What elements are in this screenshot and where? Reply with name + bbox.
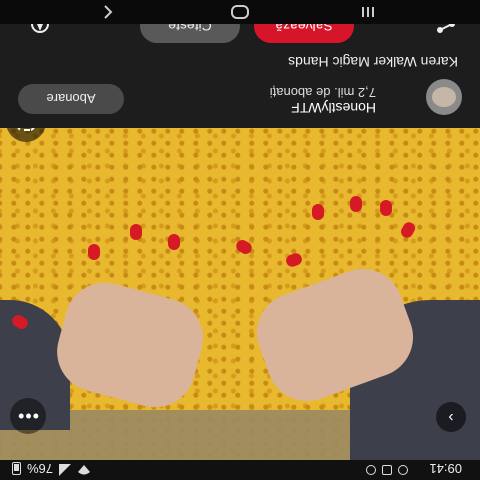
message-icon [382,465,392,475]
chevron-icon[interactable]: › [436,402,466,432]
signal-icon [59,461,72,476]
nail [312,204,324,220]
nav-bar [0,0,480,24]
nail [350,196,362,212]
pin-image[interactable]: › ••• [0,128,480,460]
creator-followers: 7,2 mil. de abonați [269,85,376,100]
recent-apps-icon[interactable] [358,2,378,22]
battery-percent: 76% [27,461,54,476]
nail [234,237,254,257]
status-right: 76% [12,461,91,476]
status-icons [366,465,408,475]
home-icon[interactable] [230,2,250,22]
screen: 09:41 76% › ••• Abonare HonestlyWTF 7,2 … [0,0,480,480]
follow-button[interactable]: Abonare [18,84,124,114]
back-icon[interactable] [98,2,118,22]
more-dots-icon[interactable]: ••• [10,398,46,434]
creator-name[interactable]: HonestlyWTF [291,100,376,116]
status-time: 09:41 [429,461,462,476]
visual-search-icon[interactable] [6,128,46,142]
nail [168,234,180,250]
nail [130,224,142,240]
pin-title: Karen Walker Magic Hands [288,54,458,70]
notification-icon [366,465,376,475]
status-bar: 09:41 76% [0,458,480,480]
nail [398,220,418,240]
alarm-icon [398,465,408,475]
battery-icon [12,462,21,475]
wifi-icon [77,461,91,476]
hand-right [48,273,212,417]
nail [88,244,100,260]
nail [284,251,304,269]
avatar[interactable] [426,79,462,115]
nail [380,200,392,216]
